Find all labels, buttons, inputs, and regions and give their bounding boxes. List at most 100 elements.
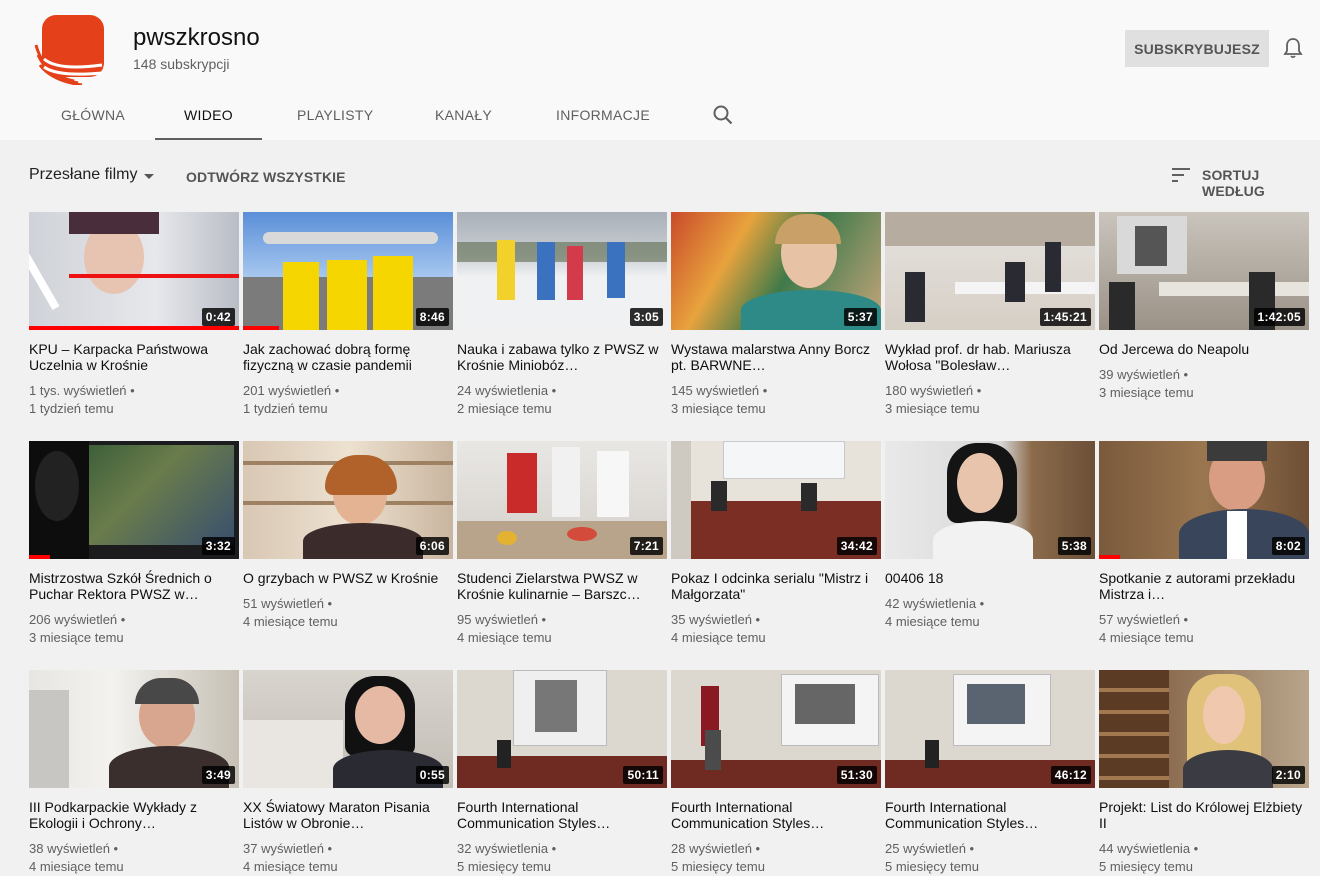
upload-age: 4 miesiące temu: [243, 614, 338, 629]
video-title[interactable]: Pokaz I odcinka serialu "Mistrz i Małgor…: [671, 570, 881, 602]
video-thumbnail[interactable]: 7:21: [457, 441, 667, 559]
video-card[interactable]: 6:06 O grzybach w PWSZ w Krośnie 51 wyświe…: [243, 441, 453, 631]
video-thumbnail[interactable]: 34:42: [671, 441, 881, 559]
upload-age: 3 miesiące temu: [885, 401, 980, 416]
video-duration: 7:21: [629, 537, 663, 555]
video-card[interactable]: 0:42 KPU – Karpacka Państwowa Uczelnia w …: [29, 212, 239, 418]
video-card[interactable]: 5:37 Wystawa malarstwa Anny Borcz pt. BAR…: [671, 212, 881, 418]
video-title[interactable]: KPU – Karpacka Państwowa Uczelnia w Kroś…: [29, 341, 239, 373]
video-title[interactable]: Spotkanie z autorami przekładu Mistrza i…: [1099, 570, 1309, 602]
tab-home[interactable]: GŁÓWNA: [61, 96, 125, 138]
video-card[interactable]: 51:30 Fourth International Communication …: [671, 670, 881, 876]
sort-button[interactable]: SORTUJ WEDŁUG: [1202, 167, 1320, 199]
video-thumbnail[interactable]: 51:30: [671, 670, 881, 788]
video-title[interactable]: Fourth International Communication Style…: [457, 799, 667, 831]
thumbnail-shape: [457, 242, 667, 262]
thumbnail-shape: [1183, 750, 1273, 788]
uploads-dropdown[interactable]: Przesłane filmy: [29, 166, 137, 184]
video-card[interactable]: 8:46 Jak zachować dobrą formę fizyczną w …: [243, 212, 453, 418]
thumbnail-shape: [497, 740, 511, 768]
video-title[interactable]: Nauka i zabawa tylko z PWSZ w Krośnie Mi…: [457, 341, 667, 373]
video-title[interactable]: Od Jercewa do Neapolu: [1099, 341, 1309, 357]
video-card[interactable]: 8:02 Spotkanie z autorami przekładu Mistr…: [1099, 441, 1309, 647]
video-duration: 51:30: [836, 766, 877, 784]
tab-about[interactable]: INFORMACJE: [556, 96, 650, 138]
thumbnail-shape: [35, 451, 79, 521]
video-title[interactable]: O grzybach w PWSZ w Krośnie: [243, 570, 453, 586]
video-title[interactable]: Jak zachować dobrą formę fizyczną w czas…: [243, 341, 453, 373]
play-all-button[interactable]: ODTWÓRZ WSZYSTKIE: [186, 169, 346, 185]
video-title[interactable]: Fourth International Communication Style…: [671, 799, 881, 831]
video-card[interactable]: 3:32 Mistrzostwa Szkół Średnich o Puchar …: [29, 441, 239, 647]
video-card[interactable]: 2:10 Projekt: List do Królowej Elżbiety I…: [1099, 670, 1309, 876]
view-count: 180 wyświetleń •: [885, 383, 982, 398]
video-card[interactable]: 46:12 Fourth International Communication …: [885, 670, 1095, 876]
bell-icon[interactable]: [1283, 37, 1303, 59]
video-card[interactable]: 0:55 XX Światowy Maraton Pisania Listów w…: [243, 670, 453, 876]
thumbnail-shape: [1159, 282, 1309, 296]
view-count: 44 wyświetlenia •: [1099, 841, 1199, 856]
video-duration: 3:49: [201, 766, 235, 784]
video-thumbnail[interactable]: 1:42:05: [1099, 212, 1309, 330]
video-title[interactable]: III Podkarpackie Wykłady z Ekologii i Oc…: [29, 799, 239, 831]
video-card[interactable]: 1:42:05 Od Jercewa do Neapolu 39 wyświetle…: [1099, 212, 1309, 402]
thumbnail-shape: [955, 282, 1095, 294]
video-thumbnail[interactable]: 3:49: [29, 670, 239, 788]
video-thumbnail[interactable]: 2:10: [1099, 670, 1309, 788]
video-thumbnail[interactable]: 1:45:21: [885, 212, 1095, 330]
video-thumbnail[interactable]: 3:05: [457, 212, 667, 330]
video-duration: 34:42: [836, 537, 877, 555]
upload-age: 4 miesiące temu: [457, 630, 552, 645]
view-count: 57 wyświetleń •: [1099, 612, 1189, 627]
upload-age: 5 miesięcy temu: [1099, 859, 1193, 874]
video-thumbnail[interactable]: 50:11: [457, 670, 667, 788]
tab-channels[interactable]: KANAŁY: [435, 96, 492, 138]
tab-videos[interactable]: WIDEO: [155, 96, 262, 140]
video-duration: 6:06: [415, 537, 449, 555]
video-duration: 1:42:05: [1253, 308, 1305, 326]
upload-age: 4 miesiące temu: [885, 614, 980, 629]
thumbnail-shape: [1099, 670, 1169, 788]
thumbnail-shape: [355, 686, 405, 744]
video-thumbnail[interactable]: 3:32: [29, 441, 239, 559]
video-title[interactable]: Projekt: List do Królowej Elżbiety II: [1099, 799, 1309, 831]
video-title[interactable]: Fourth International Communication Style…: [885, 799, 1095, 831]
caret-down-icon[interactable]: [144, 174, 154, 179]
video-card[interactable]: 1:45:21 Wykład prof. dr hab. Mariusza Woł…: [885, 212, 1095, 418]
thumbnail-shape: [497, 531, 517, 545]
video-card[interactable]: 34:42 Pokaz I odcinka serialu "Mistrz i M…: [671, 441, 881, 647]
view-count: 39 wyświetleń •: [1099, 367, 1189, 382]
video-thumbnail[interactable]: 5:38: [885, 441, 1095, 559]
tab-playlists[interactable]: PLAYLISTY: [297, 96, 373, 138]
video-card[interactable]: 50:11 Fourth International Communication …: [457, 670, 667, 876]
thumbnail-shape: [607, 242, 625, 298]
video-title[interactable]: Wystawa malarstwa Anny Borcz pt. BARWNE…: [671, 341, 881, 373]
thumbnail-shape: [1207, 441, 1267, 461]
video-card[interactable]: 5:38 00406 18 42 wyświetlenia • 4 miesiące …: [885, 441, 1095, 631]
subscribe-button[interactable]: SUBSKRYBUJESZ: [1125, 30, 1269, 67]
view-count: 35 wyświetleń •: [671, 612, 761, 627]
watch-progress-bar: [29, 326, 239, 330]
video-title[interactable]: Studenci Zielarstwa PWSZ w Krośnie kulin…: [457, 570, 667, 602]
video-card[interactable]: 7:21 Studenci Zielarstwa PWSZ w Krośnie k…: [457, 441, 667, 647]
video-title[interactable]: Mistrzostwa Szkół Średnich o Puchar Rekt…: [29, 570, 239, 602]
video-thumbnail[interactable]: 0:42: [29, 212, 239, 330]
video-thumbnail[interactable]: 46:12: [885, 670, 1095, 788]
sort-icon[interactable]: [1172, 168, 1190, 182]
video-title[interactable]: 00406 18: [885, 570, 1095, 586]
upload-age: 4 miesiące temu: [671, 630, 766, 645]
search-icon[interactable]: [712, 104, 734, 126]
video-card[interactable]: 3:49 III Podkarpackie Wykłady z Ekologii …: [29, 670, 239, 876]
video-thumbnail[interactable]: 8:46: [243, 212, 453, 330]
view-count: 201 wyświetleń •: [243, 383, 340, 398]
thumbnail-shape: [303, 523, 423, 559]
video-thumbnail[interactable]: 5:37: [671, 212, 881, 330]
video-thumbnail[interactable]: 8:02: [1099, 441, 1309, 559]
video-card[interactable]: 3:05 Nauka i zabawa tylko z PWSZ w Krośni…: [457, 212, 667, 418]
thumbnail-shape: [957, 453, 1003, 513]
video-title[interactable]: XX Światowy Maraton Pisania Listów w Obr…: [243, 799, 453, 831]
video-title[interactable]: Wykład prof. dr hab. Mariusza Wołosa "Bo…: [885, 341, 1095, 373]
pwsz-logo-icon[interactable]: [34, 15, 104, 85]
video-thumbnail[interactable]: 0:55: [243, 670, 453, 788]
video-thumbnail[interactable]: 6:06: [243, 441, 453, 559]
